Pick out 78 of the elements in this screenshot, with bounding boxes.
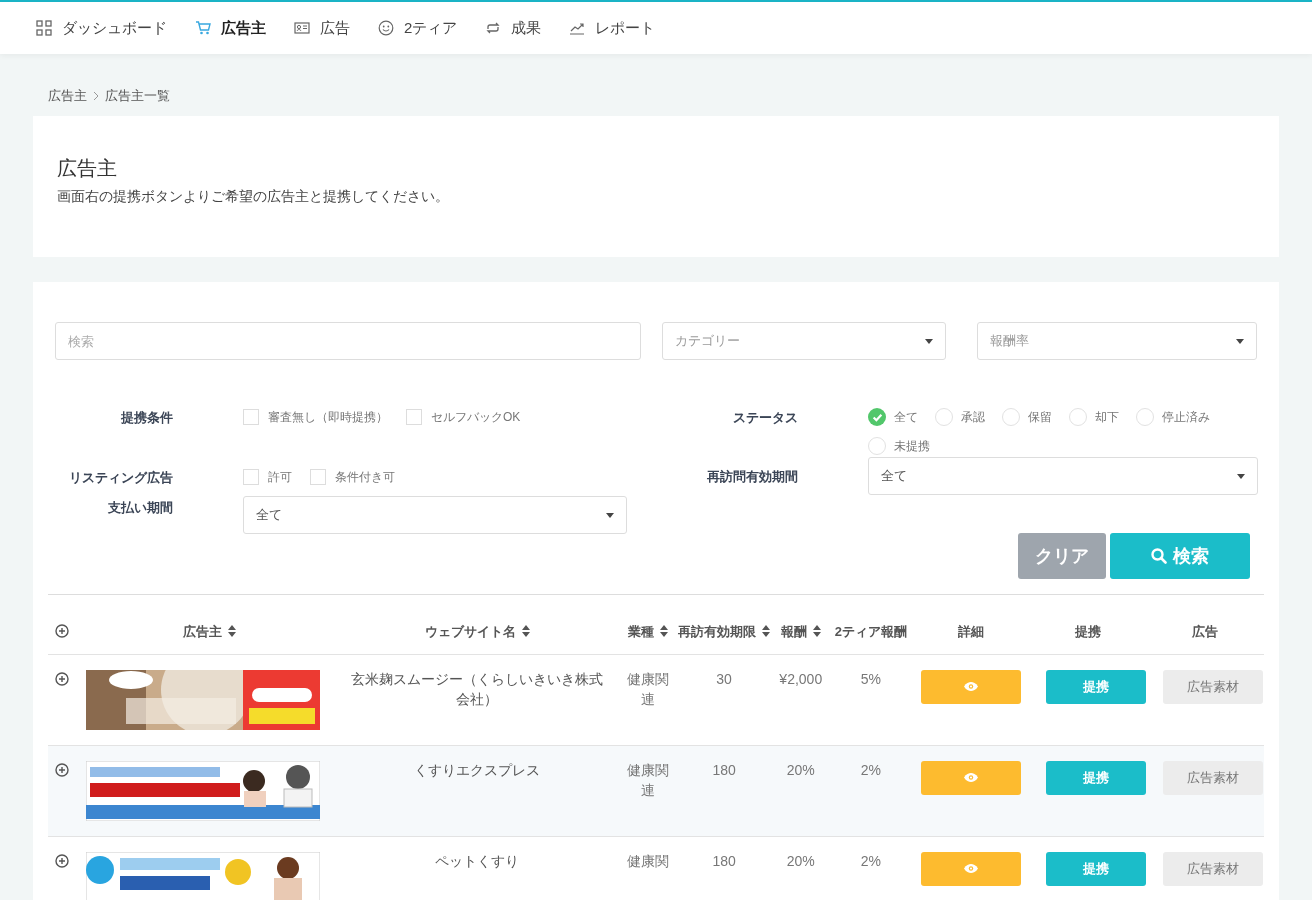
id-card-icon — [294, 20, 310, 36]
radio-button[interactable]: 却下 — [1069, 408, 1119, 426]
payment-period-select[interactable]: 全て — [243, 496, 627, 534]
radio-button[interactable]: 承認 — [935, 408, 985, 426]
sort-icon[interactable] — [660, 624, 669, 637]
radio-button[interactable]: 全て — [868, 408, 918, 426]
industry-cell: 健康関 — [627, 852, 670, 869]
page-title: 広告主 — [57, 156, 118, 181]
tier2-reward-cell: 2% — [860, 852, 881, 869]
column-header: 詳細 — [958, 622, 985, 641]
repeat-icon — [485, 20, 502, 36]
checkbox[interactable]: 許可 — [243, 468, 292, 486]
expand-icon[interactable] — [55, 853, 69, 868]
tier2-reward-cell: 5% — [860, 670, 881, 687]
cart-icon — [195, 20, 211, 36]
page-description: 画面右の提携ボタンよりご希望の広告主と提携してください。 — [57, 187, 450, 206]
column-header[interactable]: ウェブサイト名 — [424, 621, 530, 641]
breadcrumb-link[interactable]: 広告主 — [48, 86, 87, 106]
smiley-icon — [378, 20, 394, 36]
column-header: 広告 — [1192, 622, 1219, 641]
expand-icon[interactable] — [55, 671, 69, 686]
chevron-right-icon — [93, 91, 99, 101]
checkbox[interactable]: 審査無し（即時提携） — [243, 408, 388, 426]
website-name: 玄米麹スムージー（くらしいきいき株式会社） — [351, 670, 604, 707]
nav-tab[interactable]: レポート — [569, 16, 656, 40]
column-header[interactable]: 広告主 — [183, 621, 237, 641]
field-label: 再訪問有効期間 — [705, 468, 798, 486]
radio-button[interactable]: 停止済み — [1136, 408, 1210, 426]
ad-materials-button[interactable]: 広告素材 — [1162, 851, 1263, 886]
search-field[interactable]: 検索 — [55, 322, 641, 360]
column-header[interactable]: 報酬 — [780, 621, 821, 641]
nav-tab[interactable]: 2ティア — [378, 16, 458, 40]
clear-button[interactable]: クリア — [1018, 533, 1106, 579]
chart-line-icon — [569, 20, 586, 36]
radio-button[interactable]: 未提携 — [868, 437, 930, 455]
radio-button[interactable]: 保留 — [1002, 408, 1052, 426]
website-name: ペットくすり — [435, 852, 520, 869]
nav-tab[interactable]: 広告 — [294, 16, 350, 40]
reward-cell: 20% — [786, 852, 815, 869]
column-header[interactable]: 再訪有効期限 — [678, 621, 771, 641]
reward-cell: 20% — [786, 761, 815, 778]
grid-icon — [36, 20, 52, 36]
revisit-period-cell: 180 — [712, 761, 736, 778]
nav-tab[interactable]: ダッシュボード — [36, 16, 167, 40]
checkbox[interactable]: 条件付き可 — [310, 468, 395, 486]
column-header[interactable]: 業種 — [628, 621, 669, 641]
nav-tab[interactable]: 広告主 — [195, 16, 266, 40]
revisit-period-select[interactable]: 全て — [867, 457, 1258, 495]
field-label: 支払い期間 — [107, 499, 173, 517]
expand-icon[interactable] — [55, 624, 69, 639]
search-icon — [1151, 548, 1167, 564]
eye-icon — [963, 773, 978, 782]
ad-materials-button[interactable]: 広告素材 — [1162, 669, 1263, 704]
website-name: くすりエクスプレス — [414, 761, 541, 778]
sort-icon[interactable] — [521, 624, 530, 637]
column-header: 2ティア報酬 — [834, 622, 907, 641]
field-label: リスティング広告 — [68, 469, 173, 487]
revisit-period-cell: 30 — [716, 670, 732, 687]
check-icon — [871, 411, 883, 423]
sort-icon[interactable] — [812, 624, 821, 637]
sort-icon[interactable] — [228, 624, 237, 637]
reward-cell: ¥2,000 — [779, 670, 823, 687]
eye-icon — [963, 682, 978, 691]
ad-materials-button[interactable]: 広告素材 — [1162, 760, 1263, 795]
industry-cell: 健康関連 — [627, 670, 670, 707]
eye-icon — [963, 864, 978, 873]
sort-icon[interactable] — [762, 624, 771, 637]
checkbox[interactable]: セルフバックOK — [406, 408, 521, 426]
column-header: 提携 — [1075, 622, 1102, 641]
expand-icon[interactable] — [55, 762, 69, 777]
field-label: ステータス — [732, 409, 798, 427]
industry-cell: 健康関連 — [627, 761, 670, 798]
reward-rate-select[interactable]: 報酬率 — [977, 322, 1257, 360]
tier2-reward-cell: 2% — [860, 761, 881, 778]
revisit-period-cell: 180 — [712, 852, 736, 869]
nav-tab[interactable]: 成果 — [485, 16, 542, 40]
field-label: 提携条件 — [120, 409, 173, 427]
category-select[interactable]: カテゴリー — [661, 322, 947, 360]
